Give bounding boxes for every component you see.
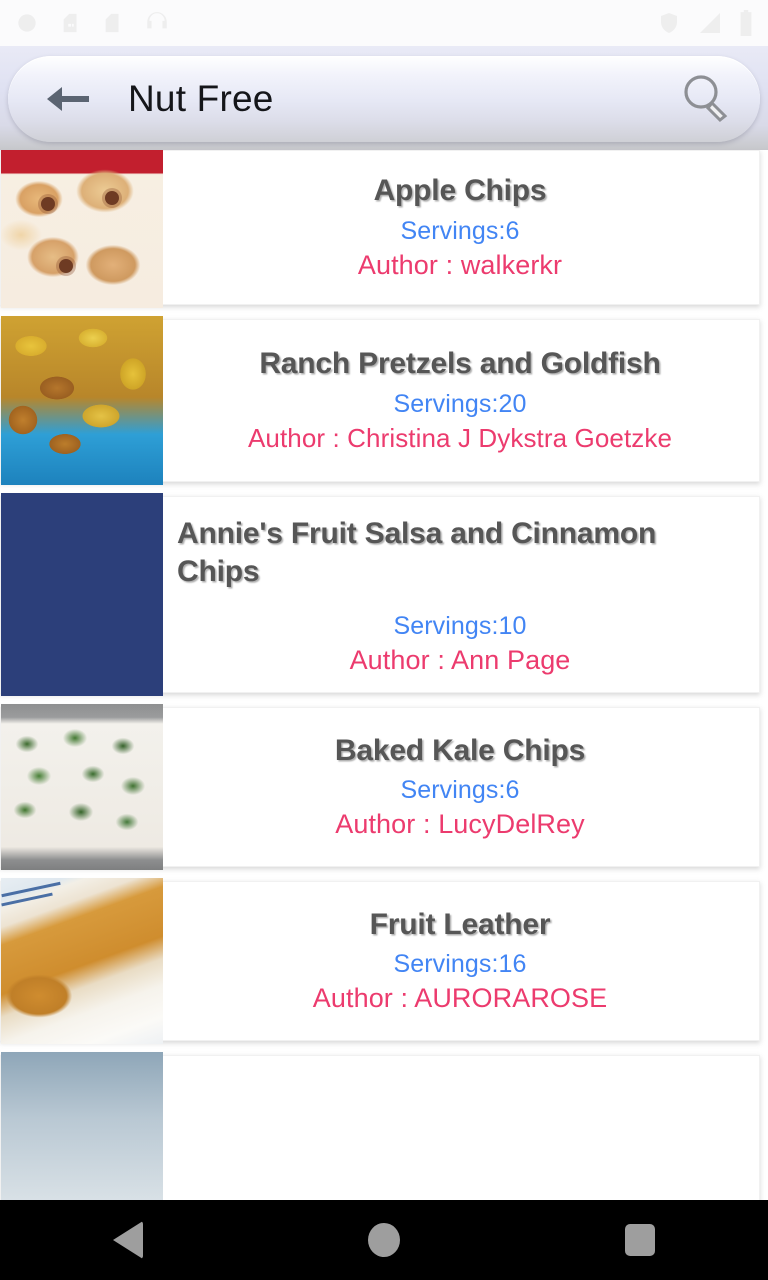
signal-icon xyxy=(698,11,722,35)
recipe-servings: Servings:6 xyxy=(400,216,520,245)
nav-back-button[interactable] xyxy=(73,1200,183,1280)
recipe-title: Fruit Leather xyxy=(369,907,551,941)
recipe-thumbnail xyxy=(1,1051,163,1200)
recipe-info: Baked Kale Chips Servings:6 Author : Luc… xyxy=(163,708,759,866)
nav-home-button[interactable] xyxy=(329,1200,439,1280)
recipe-title: Apple Chips xyxy=(373,174,547,208)
recipe-info: Ranch Pretzels and Goldfish Servings:20 … xyxy=(163,320,759,481)
recipe-info: Annie's Fruit Salsa and Cinnamon Chips S… xyxy=(163,497,759,692)
status-bar xyxy=(0,0,768,46)
triangle-back-icon xyxy=(113,1221,143,1259)
recipe-card-partial[interactable] xyxy=(0,1051,760,1200)
recipe-author: Author : Ann Page xyxy=(349,644,571,675)
back-arrow-icon xyxy=(44,81,92,117)
recipe-author: Author : AURORAROSE xyxy=(312,982,608,1013)
recipe-thumbnail xyxy=(1,877,163,1044)
recipe-card[interactable]: Fruit Leather Servings:16 Author : AUROR… xyxy=(0,877,760,1044)
recipe-info: Apple Chips Servings:6 Author : walkerkr xyxy=(163,151,759,304)
recipe-servings: Servings:16 xyxy=(393,949,527,978)
recipe-card[interactable]: Apple Chips Servings:6 Author : walkerkr xyxy=(0,150,760,308)
recipe-card[interactable]: Annie's Fruit Salsa and Cinnamon Chips S… xyxy=(0,493,760,696)
headset-icon xyxy=(144,10,170,36)
back-button[interactable] xyxy=(42,73,94,125)
recipe-servings: Servings:6 xyxy=(400,775,520,804)
shield-icon xyxy=(656,11,682,35)
search-bar-container: Nut Free xyxy=(0,46,768,156)
alarm-icon xyxy=(14,10,40,36)
android-navigation-bar xyxy=(0,1200,768,1280)
recipe-thumbnail xyxy=(1,150,163,308)
recipe-card[interactable]: Baked Kale Chips Servings:6 Author : Luc… xyxy=(0,703,760,870)
recipe-list[interactable]: Apple Chips Servings:6 Author : walkerkr… xyxy=(0,150,768,1200)
recipe-thumbnail xyxy=(1,703,163,870)
recipe-title: Ranch Pretzels and Goldfish xyxy=(259,347,661,381)
status-bar-right-icons xyxy=(656,10,754,36)
square-recents-icon xyxy=(625,1224,655,1256)
magnifier-icon xyxy=(678,70,732,129)
circle-home-icon xyxy=(368,1223,400,1257)
search-bar[interactable]: Nut Free xyxy=(8,56,760,142)
recipe-author: Author : walkerkr xyxy=(357,249,563,280)
recipe-thumbnail xyxy=(1,316,163,485)
battery-icon xyxy=(738,10,754,36)
recipe-thumbnail xyxy=(1,493,163,696)
recipe-info xyxy=(163,1056,759,1200)
sim-card-icon xyxy=(60,10,82,36)
nav-recents-button[interactable] xyxy=(585,1200,695,1280)
recipe-servings: Servings:10 xyxy=(393,611,527,640)
recipe-title: Baked Kale Chips xyxy=(334,733,586,767)
recipe-card[interactable]: Ranch Pretzels and Goldfish Servings:20 … xyxy=(0,316,760,485)
sd-card-icon xyxy=(102,10,124,36)
recipe-servings: Servings:20 xyxy=(393,389,527,418)
search-button[interactable] xyxy=(676,70,734,128)
recipe-info: Fruit Leather Servings:16 Author : AUROR… xyxy=(163,882,759,1040)
recipe-author: Author : Christina J Dykstra Goetzke xyxy=(247,422,673,453)
search-input[interactable]: Nut Free xyxy=(128,78,676,120)
recipe-author: Author : LucyDelRey xyxy=(335,808,585,839)
status-bar-left-icons xyxy=(14,10,656,36)
recipe-title: Annie's Fruit Salsa and Cinnamon Chips xyxy=(177,517,657,589)
